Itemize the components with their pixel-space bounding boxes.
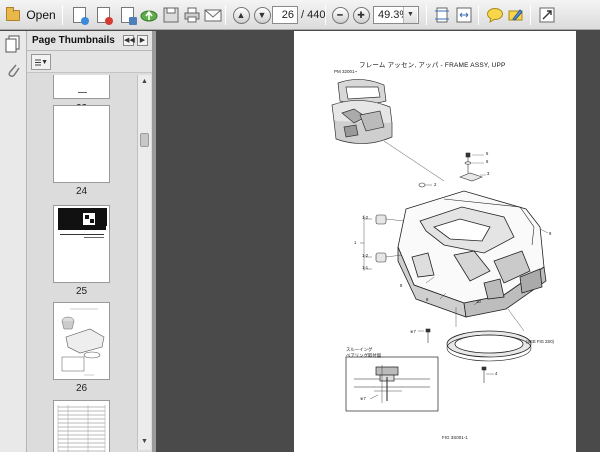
toolbar: Open ▲ ▼ 26 / 440 ━ ✚ 49.3% ▼ xyxy=(0,0,600,30)
callout-label: 9 xyxy=(549,231,552,236)
thumbnails-scrollbar[interactable]: ▲ ▼ xyxy=(137,75,151,450)
thumbnail-page-25[interactable] xyxy=(53,205,110,283)
scroll-up-icon[interactable]: ▲ xyxy=(140,77,149,86)
fit-page-icon xyxy=(435,7,449,23)
plus-icon: ✚ xyxy=(352,6,370,24)
toolbar-separator xyxy=(530,5,531,25)
collapse-panel-button[interactable]: ◀◀ xyxy=(123,35,135,46)
callout-label: 1-2 xyxy=(362,253,369,258)
chevron-down-icon: ▼ xyxy=(41,58,48,66)
edit-document-icon xyxy=(120,7,137,25)
scroll-down-icon[interactable]: ▼ xyxy=(140,437,149,446)
navigation-strip xyxy=(0,31,27,452)
toolbar-separator xyxy=(426,5,427,25)
comment-icon xyxy=(487,8,503,23)
fullscreen-button[interactable] xyxy=(536,4,558,26)
pdf-export-icon xyxy=(96,7,113,25)
envelope-icon xyxy=(204,9,222,22)
panel-toolbar: ▼ xyxy=(27,51,152,73)
attachments-tab[interactable] xyxy=(5,61,21,79)
thumbnail-label: 26 xyxy=(75,383,88,394)
toolbar-separator xyxy=(225,5,226,25)
thumbnail-drawing-icon xyxy=(61,308,105,376)
callout-label: 9 xyxy=(426,297,429,302)
thumbnail-page-23[interactable] xyxy=(53,75,110,99)
callout-label: 3 xyxy=(487,171,490,176)
zoom-dropdown-button[interactable]: ▼ xyxy=(403,7,417,23)
highlighter-icon xyxy=(508,9,523,21)
exploded-parts-drawing xyxy=(331,79,549,412)
save-icon xyxy=(163,7,179,23)
callout-label: 6 xyxy=(486,159,489,164)
thumbnails-list: 23 24 25 26 xyxy=(27,75,137,452)
toolbar-separator xyxy=(478,5,479,25)
thumbnail-label: 24 xyxy=(75,186,88,197)
panel-menu-button[interactable]: ▶ xyxy=(137,35,148,46)
cloud-upload-icon xyxy=(140,10,158,22)
inset-caption: スルーイング ベアリング取付図 xyxy=(346,347,381,358)
upload-button[interactable] xyxy=(138,4,160,26)
scrollbar-thumb[interactable] xyxy=(140,133,149,147)
arrow-up-icon: ▲ xyxy=(232,6,250,24)
print-button[interactable] xyxy=(181,4,203,26)
thumbnail-page-27[interactable] xyxy=(53,400,110,452)
document-view[interactable]: フレーム アッセン, アッパ - FRAME ASSY, UPP PM 3200… xyxy=(156,31,600,452)
page-number-input[interactable]: 26 xyxy=(272,6,298,24)
thumbnail-options-button[interactable]: ▼ xyxy=(31,54,51,70)
pages-icon xyxy=(5,35,20,53)
thumbnails-panel: Page Thumbnails ◀◀ ▶ ▼ 23 24 2 xyxy=(27,31,153,452)
callout-label: 10 xyxy=(476,299,481,304)
paperclip-icon xyxy=(8,64,20,77)
previous-page-button[interactable]: ▲ xyxy=(230,4,252,26)
export-pdf-button[interactable] xyxy=(92,4,114,26)
print-icon xyxy=(184,7,200,23)
create-pdf-button[interactable] xyxy=(68,4,90,26)
zoom-out-button[interactable]: ━ xyxy=(329,4,351,26)
callout-label: ※7 xyxy=(410,329,416,334)
options-list-icon xyxy=(35,59,42,65)
create-document-icon xyxy=(72,7,89,25)
highlight-button[interactable] xyxy=(505,4,527,26)
chevron-down-icon: ▼ xyxy=(407,11,414,18)
edit-pdf-button[interactable] xyxy=(116,4,138,26)
callout-label: 1-2 xyxy=(362,215,369,220)
email-button[interactable] xyxy=(202,4,224,26)
figure-number: FIG 3S001-1 xyxy=(442,435,468,440)
minus-icon: ━ xyxy=(331,6,349,24)
callout-label: 4 xyxy=(495,371,498,376)
zoom-in-button[interactable]: ✚ xyxy=(350,4,372,26)
page-total: / 440 xyxy=(301,9,326,21)
callout-label: (SEE FIG 2S0) xyxy=(526,339,554,344)
arrow-down-icon: ▼ xyxy=(253,6,271,24)
toolbar-separator xyxy=(62,5,63,25)
double-chevron-left-icon: ◀◀ xyxy=(124,37,135,44)
thumbnail-page-24[interactable] xyxy=(53,105,110,183)
thumbnail-label: 25 xyxy=(75,286,88,297)
open-label: Open xyxy=(26,8,56,22)
panel-header: Page Thumbnails ◀◀ ▶ xyxy=(27,31,152,51)
open-button[interactable]: Open xyxy=(4,4,58,26)
callout-label: 2 xyxy=(434,182,437,187)
document-page: フレーム アッセン, アッパ - FRAME ASSY, UPP PM 3200… xyxy=(294,31,576,452)
callout-label: 1 xyxy=(354,240,357,245)
callout-label: ※7 xyxy=(360,396,366,401)
thumbnail-page-26[interactable] xyxy=(53,302,110,380)
toolbar-separator xyxy=(325,5,326,25)
expand-icon xyxy=(539,7,555,23)
page-thumbnails-tab[interactable] xyxy=(5,35,21,53)
inset-caption-line: ベアリング取付図 xyxy=(346,352,382,358)
save-button[interactable] xyxy=(160,4,182,26)
thumbnail-table-icon xyxy=(57,405,106,452)
callout-label: 1-1 xyxy=(362,265,369,270)
callout-label: 8 xyxy=(400,283,403,288)
panel-title: Page Thumbnails xyxy=(32,35,115,46)
callout-label: 5 xyxy=(486,151,489,156)
fit-width-icon xyxy=(456,7,472,23)
chevron-right-icon: ▶ xyxy=(139,37,146,44)
comment-button[interactable] xyxy=(484,4,506,26)
fit-width-button[interactable] xyxy=(453,4,475,26)
next-page-button[interactable]: ▼ xyxy=(251,4,273,26)
folder-icon xyxy=(6,6,21,21)
fit-page-button[interactable] xyxy=(431,4,453,26)
